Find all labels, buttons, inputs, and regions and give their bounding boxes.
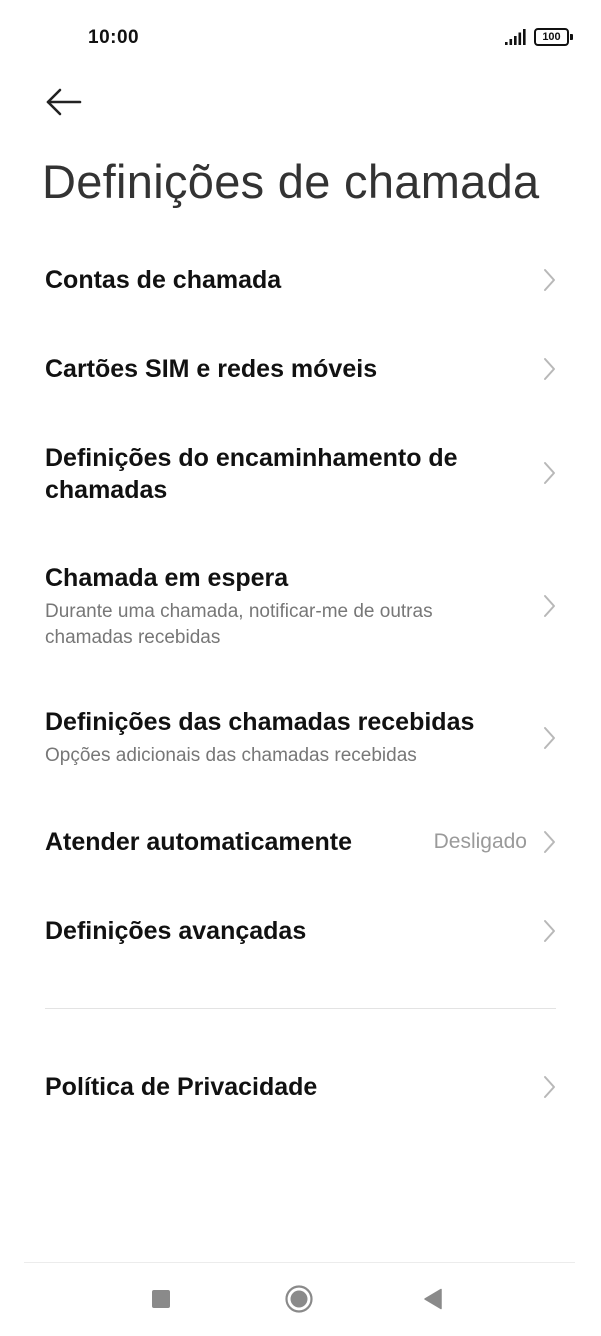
settings-item-title: Política de Privacidade: [45, 1073, 318, 1101]
home-button[interactable]: [275, 1275, 323, 1323]
settings-item-call-accounts[interactable]: Contas de chamada: [0, 240, 601, 320]
settings-item-call-waiting[interactable]: Chamada em espera Durante uma chamada, n…: [0, 545, 601, 670]
status-bar: 10:00 100: [0, 0, 601, 76]
settings-item-title: Chamada em espera: [45, 564, 289, 592]
chevron-right-icon: [544, 462, 555, 484]
battery-tip: [570, 34, 573, 40]
settings-item-auto-answer[interactable]: Atender automaticamente Desligado: [0, 805, 601, 880]
settings-item-title: Definições das chamadas recebidas: [45, 708, 475, 736]
square-icon: [152, 1290, 170, 1308]
settings-item-title: Cartões SIM e redes móveis: [45, 355, 378, 383]
circle-icon: [285, 1285, 313, 1313]
settings-item-sim-networks[interactable]: Cartões SIM e redes móveis: [0, 330, 601, 410]
back-button[interactable]: [36, 80, 92, 124]
settings-item-advanced[interactable]: Definições avançadas: [0, 893, 601, 973]
triangle-back-icon: [424, 1288, 442, 1310]
chevron-right-icon: [544, 269, 555, 291]
section-divider: [45, 1008, 556, 1009]
navigation-bar: [0, 1263, 601, 1336]
chevron-right-icon: [544, 1076, 555, 1098]
arrow-left-icon: [46, 88, 82, 116]
page-title: Definições de chamada: [42, 155, 540, 208]
settings-item-subtitle: Durante uma chamada, notificar-me de out…: [45, 601, 433, 648]
chevron-right-icon: [544, 595, 555, 617]
settings-item-title: Contas de chamada: [45, 266, 282, 294]
chevron-right-icon: [544, 831, 555, 853]
settings-item-title: Atender automaticamente: [45, 828, 353, 856]
chevron-right-icon: [544, 920, 555, 942]
chevron-right-icon: [544, 727, 555, 749]
status-time: 10:00: [88, 27, 140, 48]
back-nav-button[interactable]: [409, 1275, 457, 1323]
battery-level: 100: [534, 28, 569, 46]
recents-button[interactable]: [137, 1275, 185, 1323]
signal-icon: [505, 29, 526, 45]
settings-item-privacy-policy[interactable]: Política de Privacidade: [0, 1048, 601, 1128]
chevron-right-icon: [544, 358, 555, 380]
settings-item-incoming-calls[interactable]: Definições das chamadas recebidas Opções…: [0, 690, 601, 790]
settings-item-value: Desligado: [433, 830, 527, 853]
settings-item-call-forwarding[interactable]: Definições do encaminhamento de chamadas: [0, 425, 601, 525]
settings-item-subtitle: Opções adicionais das chamadas recebidas: [45, 745, 417, 766]
settings-item-title: Definições do encaminhamento de chamadas: [45, 444, 458, 504]
battery-icon: 100: [534, 28, 573, 46]
settings-item-title: Definições avançadas: [45, 917, 307, 945]
